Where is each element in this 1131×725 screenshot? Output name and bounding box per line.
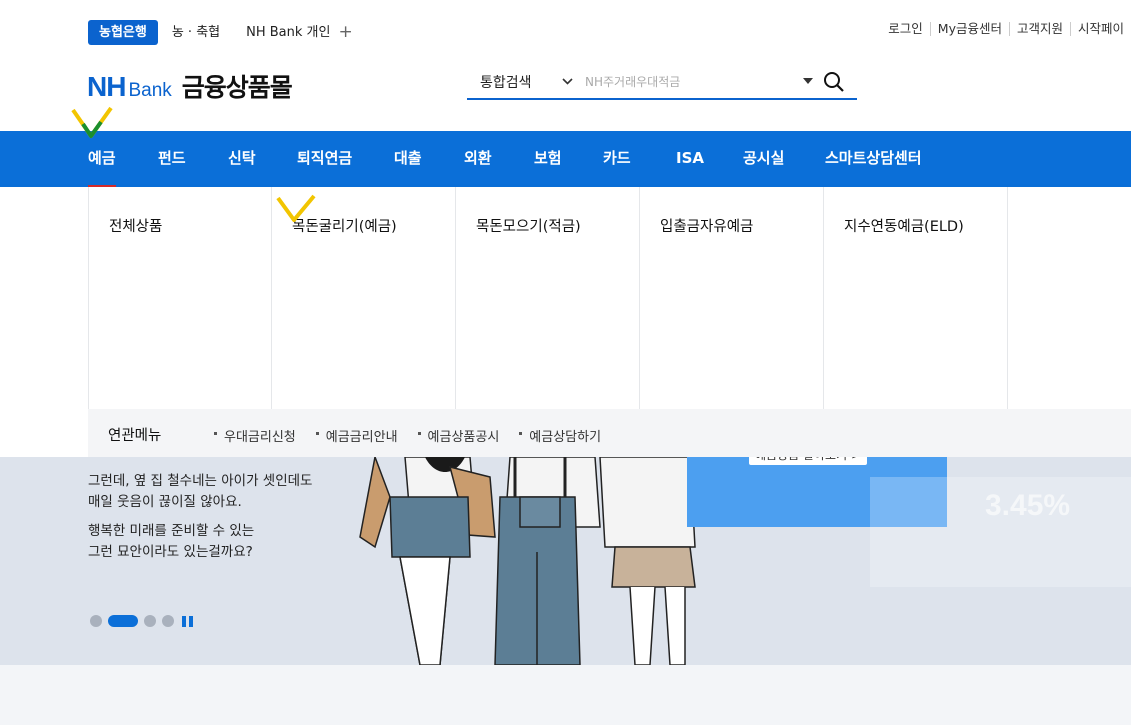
search-category-select[interactable]: 통합검색 [467,72,562,92]
plus-icon[interactable]: + [338,20,352,45]
rate-card: 3.45% [870,477,1131,587]
related-link-preferential-rate[interactable]: 우대금리신청 [214,426,296,445]
carousel-dot[interactable] [144,615,156,627]
checkmark-icon [71,106,113,146]
menu-index-linked-deposit[interactable]: 지수연동예금(ELD) [844,215,964,236]
utility-links: 로그인 My금융센터 고객지원 시작페이 [881,22,1131,36]
chevron-down-icon[interactable] [562,77,573,88]
related-link-consult[interactable]: 예금상담하기 [519,426,601,445]
search-input[interactable] [585,75,803,89]
site-tabs: 농협은행 농 · 축협 NH Bank 개인 + [88,20,353,45]
search-icon[interactable] [823,71,845,93]
logo-mall-title: 금융상품몰 [181,73,293,102]
people-illustration [359,457,696,665]
global-nav: 예금 펀드 신탁 퇴직연금 대출 외환 보험 카드 ISA 공시실 스마트상담센… [0,131,1131,187]
banner-line-2: 행복한 미래를 준비할 수 있는 그런 묘안이라도 있는걸까요? [88,523,255,560]
my-finance-center-link[interactable]: My금융센터 [929,22,1009,36]
search-bar: 통합검색 [467,66,857,100]
related-menu: 연관메뉴 우대금리신청 예금금리안내 예금상품공시 예금상담하기 [88,409,1131,457]
nav-loan[interactable]: 대출 [394,131,422,187]
header: NH Bank 금융상품몰 통합검색 [0,60,1131,131]
mega-col-savings: 목돈모으기(적금) [455,187,640,409]
nav-card[interactable]: 카드 [603,131,631,187]
nav-smart-consult[interactable]: 스마트상담센터 [825,131,922,187]
nav-isa[interactable]: ISA [676,131,704,187]
page-root: 농협은행 농 · 축협 NH Bank 개인 + 로그인 My금융센터 고객지원… [0,0,1131,725]
menu-demand-deposit[interactable]: 입출금자유예금 [660,215,753,236]
banner-line-1: 그런데, 옆 집 철수네는 아이가 셋인데도 매일 웃음이 끊이질 않아요. [88,473,313,510]
nav-foreign-exchange[interactable]: 외환 [464,131,492,187]
logo-bank: Bank [128,80,172,101]
logo[interactable]: NH Bank 금융상품몰 [87,68,293,104]
rate-value: 3.45% [985,489,1071,522]
nav-fund[interactable]: 펀드 [158,131,186,187]
related-links: 우대금리신청 예금금리안내 예금상품공시 예금상담하기 [214,426,621,445]
menu-all-products[interactable]: 전체상품 [109,215,162,236]
carousel-dot[interactable] [162,615,174,627]
related-menu-title: 연관메뉴 [108,428,162,444]
mega-col-demand: 입출금자유예금 [639,187,824,409]
hero-banner: 그런데, 옆 집 철수네는 아이가 셋인데도 매일 웃음이 끊이질 않아요. 행복… [0,457,1131,665]
mega-col-eld: 지수연동예금(ELD) [823,187,1008,409]
related-link-product-disclosure[interactable]: 예금상품공시 [417,426,499,445]
mega-menu: 전체상품 목돈굴리기(예금) 목돈모으기(적금) 입출금자유예금 지수연동예금(… [0,187,1131,457]
mega-col-all: 전체상품 [88,187,272,409]
logo-nh: NH [87,71,126,102]
carousel-dot-active[interactable] [108,615,138,627]
nav-insurance[interactable]: 보험 [534,131,562,187]
tab-nh-bank[interactable]: 농협은행 [88,20,158,45]
nav-trust[interactable]: 신탁 [228,131,256,187]
start-page-link[interactable]: 시작페이 [1069,22,1131,36]
banner-copy: 그런데, 옆 집 철수네는 아이가 셋인데도 매일 웃음이 끊이질 않아요. 행복… [88,471,312,571]
nav-disclosure[interactable]: 공시실 [743,131,784,187]
carousel-indicators [90,615,196,627]
menu-installment-savings[interactable]: 목돈모으기(적금) [476,215,581,236]
utility-bar: 농협은행 농 · 축협 NH Bank 개인 + 로그인 My금융센터 고객지원… [0,0,1131,60]
related-link-rate-info[interactable]: 예금금리안내 [315,426,398,445]
checkmark-icon [276,194,316,230]
nav-pension[interactable]: 퇴직연금 [297,131,352,187]
caret-down-icon[interactable] [803,77,813,87]
tab-nh-bank-personal[interactable]: NH Bank 개인 [246,20,330,45]
carousel-dot[interactable] [90,615,102,627]
tab-cooperative[interactable]: 농 · 축협 [172,20,220,45]
customer-support-link[interactable]: 고객지원 [1008,22,1070,36]
footer-area [0,665,1131,725]
login-link[interactable]: 로그인 [881,22,930,36]
pause-icon[interactable] [182,615,196,627]
deposit-more-button[interactable]: 예금상품 알아보기 > [749,457,868,465]
